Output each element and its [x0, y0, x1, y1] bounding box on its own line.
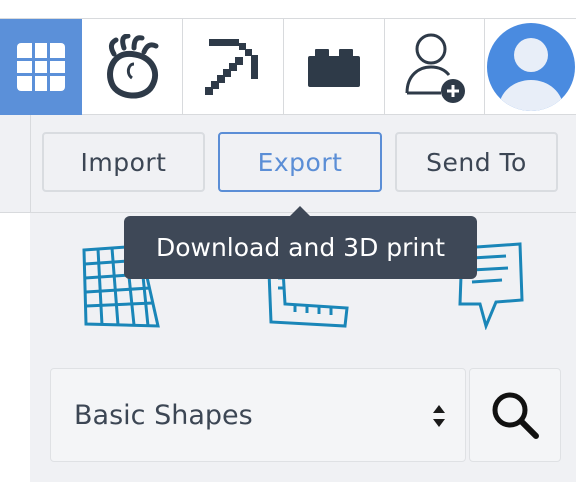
search-icon — [492, 392, 539, 439]
collaborate-button[interactable] — [385, 19, 485, 115]
minecraft-button[interactable] — [183, 19, 284, 115]
avatar-icon — [486, 23, 575, 111]
import-button[interactable]: Import — [42, 132, 205, 192]
send-to-button[interactable]: Send To — [395, 132, 558, 192]
toolbar-divider — [30, 115, 31, 212]
search-button[interactable] — [469, 368, 561, 462]
left-panel — [0, 213, 30, 482]
lego-brick-icon — [308, 49, 360, 87]
shape-category-select[interactable]: Basic Shapes — [50, 368, 466, 462]
grid-view-button[interactable] — [0, 19, 82, 115]
lego-button[interactable] — [284, 19, 385, 115]
sort-caret-icon — [433, 405, 445, 427]
profile-button[interactable] — [485, 19, 576, 115]
pickaxe-icon — [205, 39, 258, 95]
export-button[interactable]: Export — [218, 132, 382, 192]
add-user-icon — [405, 33, 465, 103]
top-bar — [0, 18, 576, 115]
bird-egg-icon — [107, 34, 159, 99]
creatures-button[interactable] — [82, 19, 183, 115]
grid-icon — [17, 43, 65, 91]
action-toolbar: Import Export Send To — [0, 115, 576, 213]
select-value: Basic Shapes — [74, 399, 253, 431]
export-tooltip: Download and 3D print — [124, 216, 477, 279]
window-top-edge — [0, 0, 576, 18]
